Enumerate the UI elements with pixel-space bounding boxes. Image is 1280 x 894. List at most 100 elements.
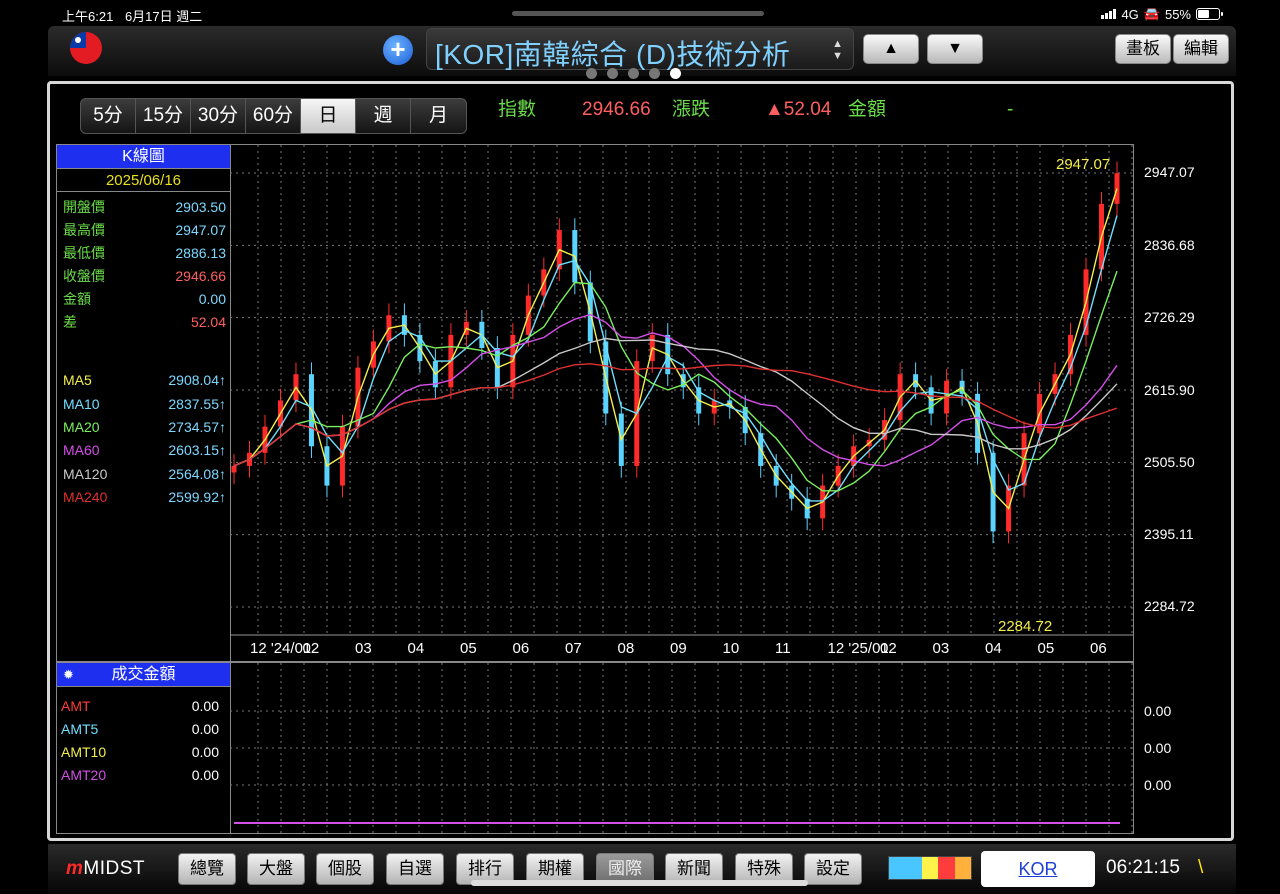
tab-settings[interactable]: 設定 bbox=[804, 853, 862, 885]
price-tick: 2836.68 bbox=[1144, 237, 1195, 253]
tab-stock[interactable]: 個股 bbox=[316, 853, 374, 885]
ma-row: MA20 2734.57↑ bbox=[63, 419, 226, 435]
info-row: 最低價 2886.13 bbox=[63, 245, 226, 261]
x-axis-label: 02 bbox=[303, 640, 320, 657]
color-indicator bbox=[888, 856, 972, 880]
amount-label: 金額 bbox=[848, 99, 887, 120]
price-tick: 2395.11 bbox=[1144, 526, 1194, 542]
symbol-selector[interactable]: [KOR]南韓綜合 (D)技術分析 ▲ ▼ bbox=[426, 28, 854, 70]
taiwan-flag-icon[interactable] bbox=[70, 32, 102, 64]
ma-row: MA10 2837.55↑ bbox=[63, 396, 226, 412]
price-tick: 2947.07 bbox=[1144, 164, 1195, 180]
volume-chart-svg[interactable] bbox=[230, 663, 1133, 833]
status-right: 4G 🚘 55% bbox=[1101, 6, 1223, 22]
amt-row: AMT 0.00 bbox=[61, 698, 219, 714]
volume-tick: 0.00 bbox=[1144, 777, 1172, 793]
volume-title: ✹ 成交金額 bbox=[57, 663, 230, 687]
candle-body bbox=[1114, 173, 1120, 204]
x-axis-label: 03 bbox=[355, 640, 372, 657]
ma-row: MA60 2603.15↑ bbox=[63, 442, 226, 458]
info-row: 最高價 2947.07 bbox=[63, 222, 226, 238]
tab-week[interactable]: 週 bbox=[356, 99, 411, 133]
clock: 06:21:15 \ bbox=[1106, 857, 1204, 878]
tab-15min[interactable]: 15分 bbox=[136, 99, 191, 133]
ma20-line bbox=[233, 270, 1118, 492]
top-drag-handle[interactable] bbox=[512, 11, 764, 16]
page-dot[interactable] bbox=[649, 68, 660, 79]
price-tick: 2284.72 bbox=[1144, 598, 1195, 614]
page-indicator bbox=[586, 68, 681, 79]
candlestick-chart[interactable]: 12 '24/0102 03 04 05 06 07 08 09 10 11 12 '25/0102… bbox=[230, 145, 1133, 661]
tab-60min[interactable]: 60分 bbox=[246, 99, 301, 133]
x-axis-label: 06 bbox=[513, 640, 530, 657]
x-axis-label: 08 bbox=[618, 640, 635, 657]
tab-30min[interactable]: 30分 bbox=[191, 99, 246, 133]
tab-overview[interactable]: 總覽 bbox=[178, 853, 236, 885]
x-axis-label: 10 bbox=[723, 640, 740, 657]
volume-info-panel: ✹ 成交金額 AMT 0.00 AMT5 0.00 AMT10 0.00 AMT20 0… bbox=[56, 662, 231, 834]
timeframe-selector: 5分 15分 30分 60分 日 週 月 bbox=[80, 98, 467, 134]
kline-info-panel: K線圖 2025/06/16 開盤價 2903.50 最高價 2947.07 最低價… bbox=[56, 144, 231, 662]
info-row: 金額 0.00 bbox=[63, 291, 226, 307]
x-axis-label: 07 bbox=[565, 640, 582, 657]
x-axis-label: 04 bbox=[408, 640, 425, 657]
network-type: 4G bbox=[1121, 6, 1139, 22]
status-time: 上午6:21 bbox=[62, 9, 114, 24]
change-value: ▲52.04 bbox=[765, 99, 832, 120]
index-value: 2946.66 bbox=[582, 99, 651, 120]
x-axis-label: 09 bbox=[670, 640, 687, 657]
page-dot[interactable] bbox=[586, 68, 597, 79]
low-price-label: 2284.72 bbox=[998, 618, 1052, 635]
tab-market[interactable]: 大盤 bbox=[247, 853, 305, 885]
info-row: 收盤價 2946.66 bbox=[63, 268, 226, 284]
ma10-line bbox=[233, 215, 1118, 502]
price-tick: 2615.90 bbox=[1144, 382, 1195, 398]
prev-symbol-button[interactable]: ▲ bbox=[863, 34, 919, 64]
ma5-line bbox=[233, 188, 1118, 510]
car-icon: 🚘 bbox=[1143, 6, 1160, 21]
volume-chart[interactable] bbox=[230, 662, 1134, 834]
ma-row: MA5 2908.04↑ bbox=[63, 372, 226, 388]
change-label: 漲跌 bbox=[672, 99, 711, 120]
tab-month[interactable]: 月 bbox=[411, 99, 466, 133]
info-row: 開盤價 2903.50 bbox=[63, 199, 226, 215]
x-axis-label: 11 bbox=[775, 640, 791, 657]
price-tick: 2726.29 bbox=[1144, 309, 1195, 325]
battery-icon bbox=[1196, 8, 1223, 20]
high-price-label: 2947.07 bbox=[1056, 156, 1110, 173]
midst-logo: mMIDST bbox=[66, 858, 146, 879]
add-button[interactable]: + bbox=[383, 35, 413, 65]
status-datetime: 上午6:21 6月17日 週二 bbox=[62, 6, 202, 25]
amount-value: - bbox=[1007, 99, 1014, 120]
tab-watchlist[interactable]: 自選 bbox=[386, 853, 444, 885]
x-axis-label: 06 bbox=[1090, 640, 1107, 657]
sort-updown-icon: ▲ ▼ bbox=[832, 38, 843, 62]
kline-title: K線圖 bbox=[57, 145, 230, 169]
page-dot-active[interactable] bbox=[670, 68, 681, 79]
market-link[interactable]: KOR bbox=[981, 851, 1095, 887]
x-axis-label: 04 bbox=[985, 640, 1002, 657]
amt-row: AMT20 0.00 bbox=[61, 767, 219, 783]
page-dot[interactable] bbox=[628, 68, 639, 79]
volume-tick: 0.00 bbox=[1144, 703, 1172, 719]
kline-date: 2025/06/16 bbox=[57, 169, 230, 192]
x-axis-label: 03 bbox=[933, 640, 950, 657]
home-indicator[interactable] bbox=[471, 880, 808, 886]
x-axis-label: 05 bbox=[1038, 640, 1055, 657]
price-axis: 2947.07 2836.68 2726.29 2615.90 2505.50 … bbox=[1134, 144, 1226, 662]
draw-board-button[interactable]: 畫板 bbox=[1115, 34, 1171, 64]
next-symbol-button[interactable]: ▼ bbox=[927, 34, 983, 64]
info-row: 差 52.04 bbox=[63, 314, 226, 330]
bottom-toolbar: mMIDST 總覽 大盤 個股 自選 排行 期權 國際 新聞 特殊 設定 KOR… bbox=[48, 844, 1236, 894]
settings-gear-icon[interactable]: ✹ bbox=[63, 663, 74, 687]
amt-row: AMT10 0.00 bbox=[61, 744, 219, 760]
volume-axis: 0.00 0.00 0.00 bbox=[1134, 662, 1226, 834]
top-bar: + [KOR]南韓綜合 (D)技術分析 ▲ ▼ ▲ ▼ 畫板 編輯 bbox=[48, 26, 1236, 79]
status-date: 6月17日 週二 bbox=[124, 9, 203, 24]
signal-icon bbox=[1101, 9, 1117, 19]
page-dot[interactable] bbox=[607, 68, 618, 79]
edit-button[interactable]: 編輯 bbox=[1173, 34, 1229, 64]
price-chart[interactable]: 12 '24/01 02 03 04 05 06 07 08 09 10 11 12 '25/01 02… bbox=[230, 144, 1134, 662]
tab-day[interactable]: 日 bbox=[301, 99, 356, 133]
tab-5min[interactable]: 5分 bbox=[81, 99, 136, 133]
